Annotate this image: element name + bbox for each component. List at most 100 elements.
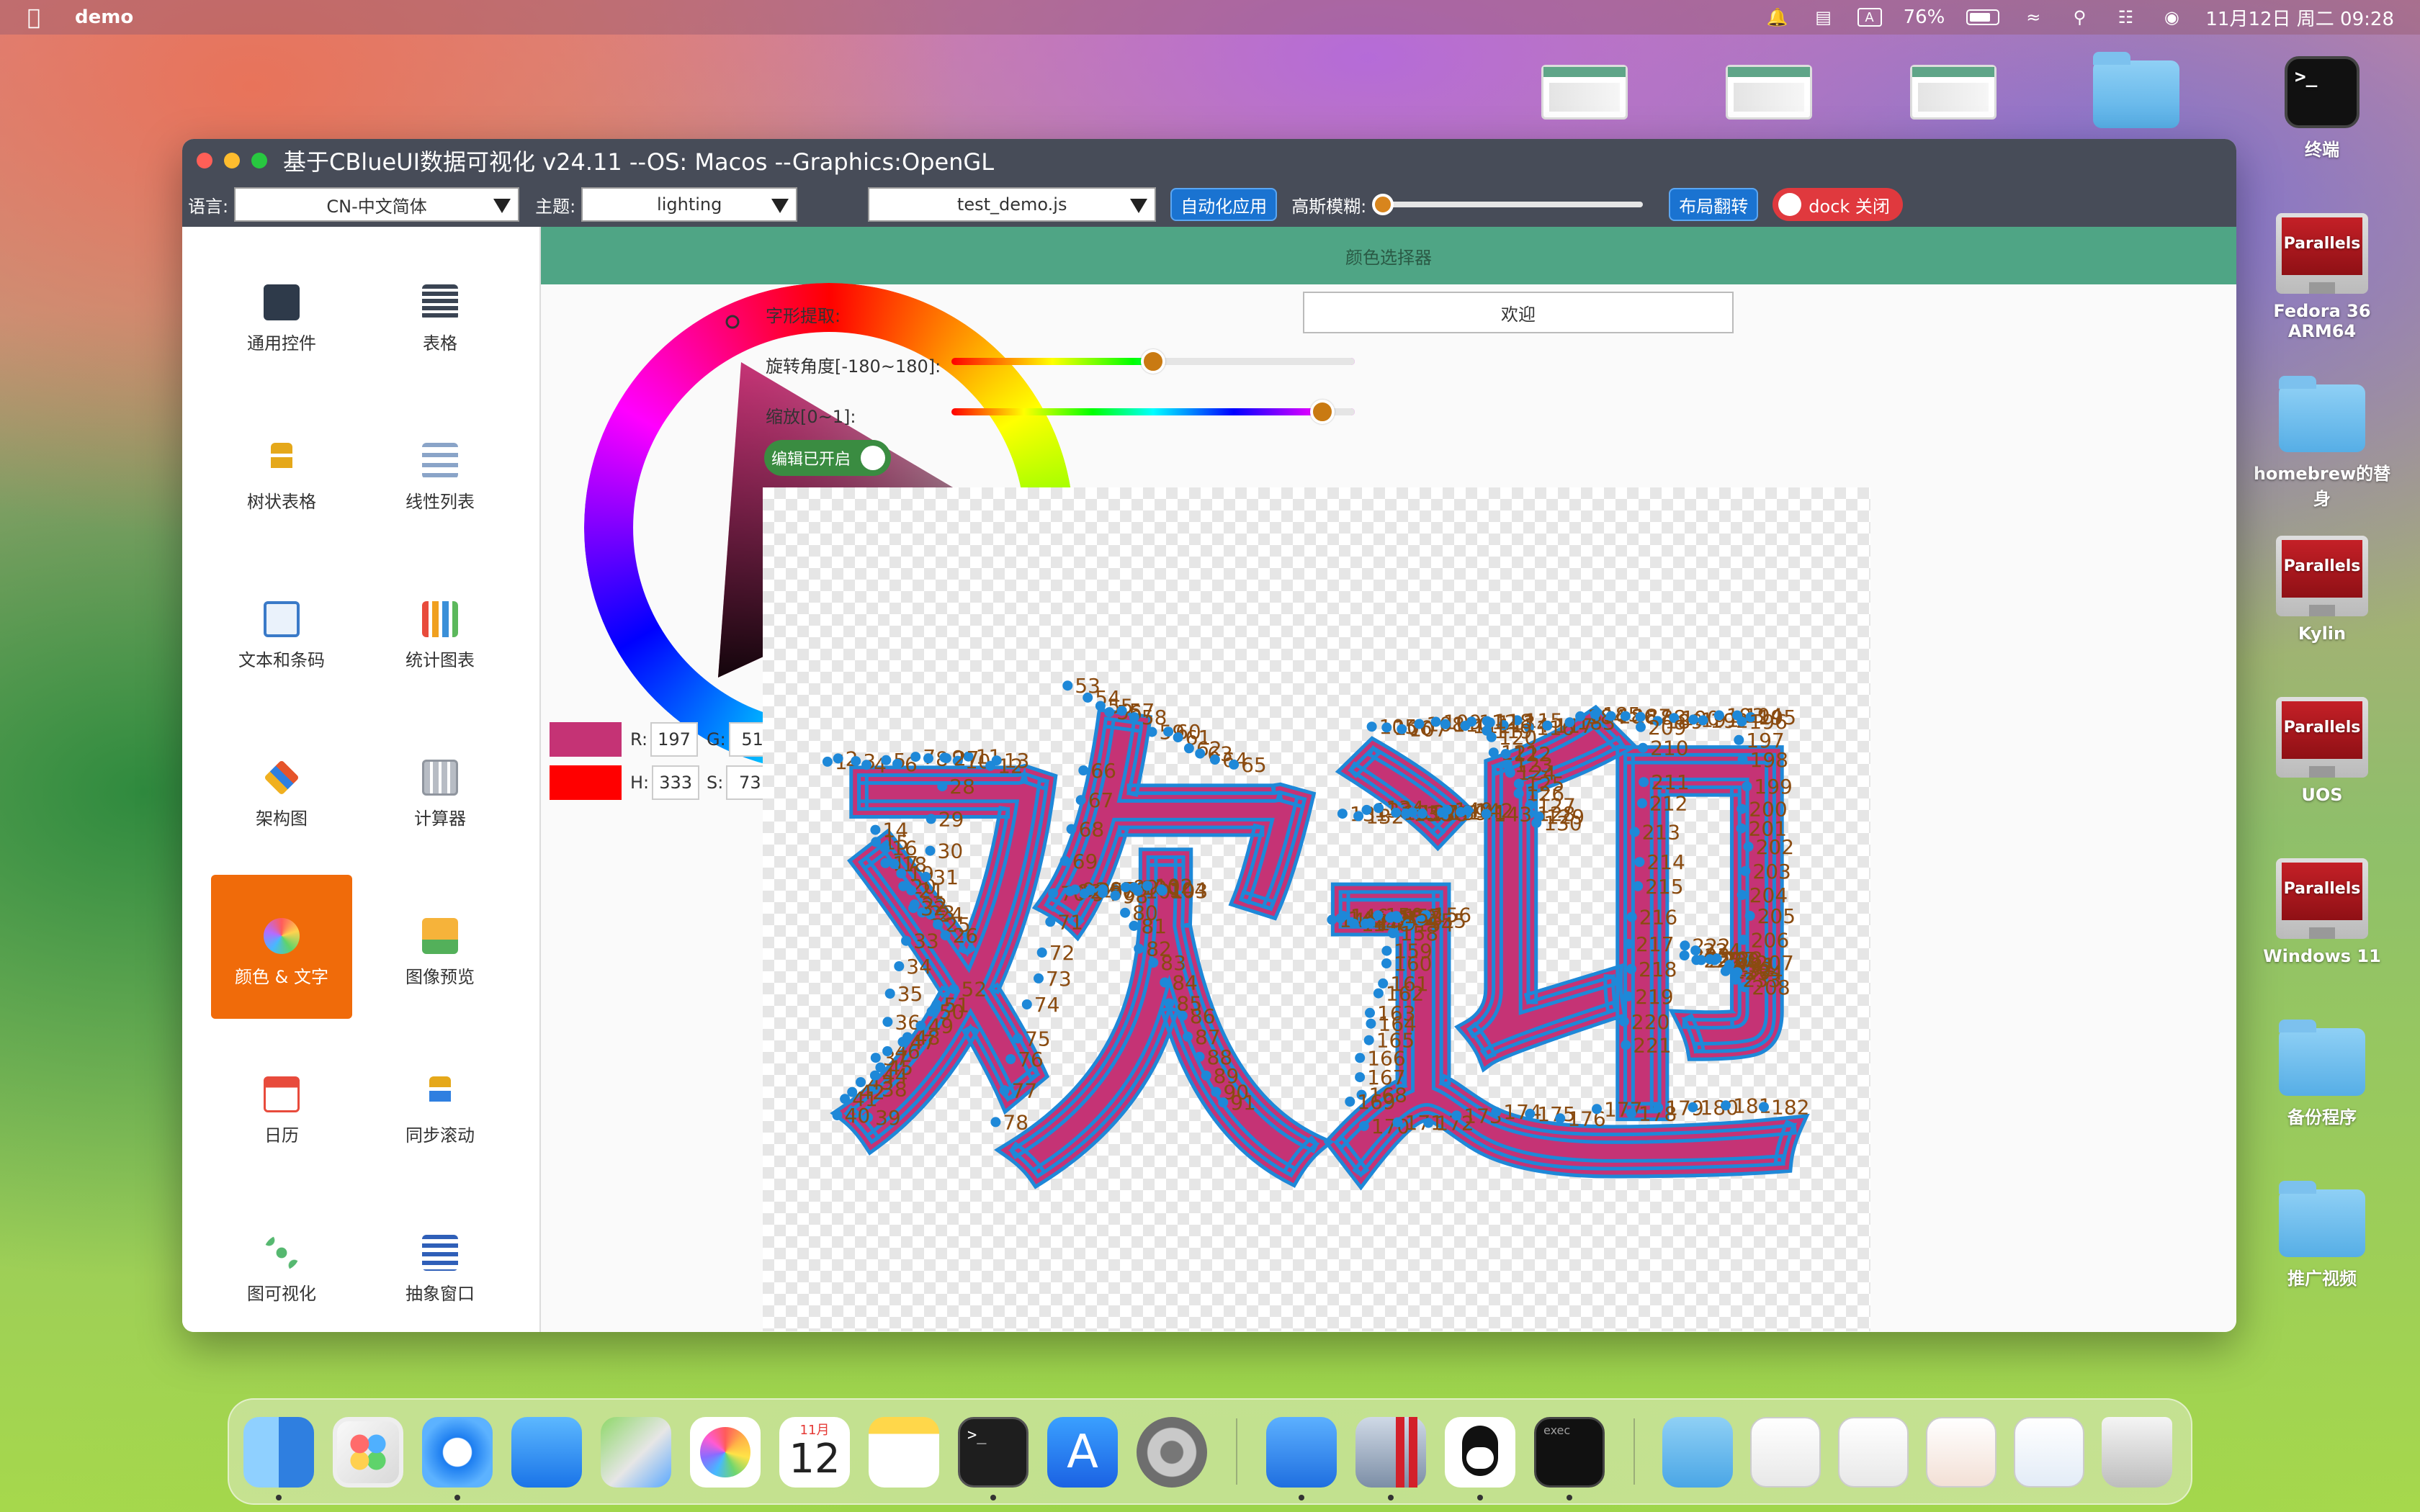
system-settings-icon[interactable] xyxy=(1137,1417,1207,1488)
glyph-control-point[interactable] xyxy=(1034,973,1044,984)
glyph-control-point[interactable] xyxy=(1358,1120,1369,1131)
glyph-control-point[interactable] xyxy=(1142,881,1153,891)
glyph-control-point[interactable] xyxy=(1481,809,1492,819)
glyph-control-point[interactable] xyxy=(931,999,942,1010)
glyph-control-point[interactable] xyxy=(1451,1110,1462,1121)
glyph-control-point[interactable] xyxy=(1397,724,1407,734)
glyph-control-point[interactable] xyxy=(1211,1086,1222,1097)
glyph-control-point[interactable] xyxy=(1486,732,1497,742)
desktop-icon-homebrew[interactable]: homebrew的替身 xyxy=(2250,376,2394,510)
glyph-control-point[interactable] xyxy=(1430,716,1441,727)
photos-icon[interactable] xyxy=(690,1417,761,1488)
glyph-control-point[interactable] xyxy=(949,984,959,994)
glyph-control-point[interactable] xyxy=(1345,1097,1355,1107)
glyph-control-point[interactable] xyxy=(1147,726,1157,737)
glyph-control-point[interactable] xyxy=(1759,1102,1769,1112)
glyph-control-point[interactable] xyxy=(1626,912,1637,922)
glyph-control-point[interactable] xyxy=(1423,1117,1434,1128)
glyph-control-point[interactable] xyxy=(1083,692,1093,703)
glyph-control-point[interactable] xyxy=(889,858,900,869)
glyph-control-point[interactable] xyxy=(1381,722,1392,733)
glyph-control-point[interactable] xyxy=(894,961,905,971)
glyph-control-point[interactable] xyxy=(879,842,890,853)
glyph-control-point[interactable] xyxy=(1387,928,1398,938)
glyph-control-point[interactable] xyxy=(1110,890,1121,901)
glyph-control-point[interactable] xyxy=(1626,963,1636,974)
glyph-control-point[interactable] xyxy=(1173,732,1183,743)
glyph-control-point[interactable] xyxy=(1542,720,1553,731)
desktop-icon-terminal[interactable]: >_ 终端 xyxy=(2250,56,2394,161)
glyph-control-point[interactable] xyxy=(1736,716,1747,727)
glyph-control-point[interactable] xyxy=(906,885,917,896)
glyph-control-point[interactable] xyxy=(1183,743,1194,754)
glyph-control-point[interactable] xyxy=(1392,1117,1403,1128)
sidebar-item[interactable]: 树状表格 xyxy=(211,400,352,544)
glyph-control-point[interactable] xyxy=(1363,1035,1374,1045)
mail-icon[interactable] xyxy=(511,1417,582,1488)
glyph-control-point[interactable] xyxy=(1462,805,1473,816)
glyph-control-point[interactable] xyxy=(1736,804,1747,814)
glyph-control-point[interactable] xyxy=(925,845,936,856)
glyph-control-point[interactable] xyxy=(1737,754,1748,765)
glyph-control-point[interactable] xyxy=(1679,950,1690,960)
glyph-control-point[interactable] xyxy=(1366,721,1377,732)
glyph-outline-svg[interactable]: 欢迎12345678910111213141516171819202122232… xyxy=(763,487,1870,1331)
glyph-control-point[interactable] xyxy=(1116,706,1127,716)
desktop-icon-windows11[interactable]: Parallels Windows 11 xyxy=(2250,858,2394,966)
glyph-control-point[interactable] xyxy=(1744,911,1755,921)
glyph-control-point[interactable] xyxy=(1129,712,1139,723)
glyph-control-point[interactable] xyxy=(861,760,872,770)
siri-icon[interactable]: ◉ xyxy=(2159,7,2184,27)
glyph-control-point[interactable] xyxy=(1098,884,1108,895)
glyph-control-point[interactable] xyxy=(1070,884,1080,895)
glyph-control-point[interactable] xyxy=(1525,1108,1536,1119)
glyph-control-point[interactable] xyxy=(1365,918,1376,929)
glyph-control-point[interactable] xyxy=(1045,917,1056,927)
sidebar-item[interactable]: 同步滚动 xyxy=(369,1033,511,1177)
sidebar-item[interactable]: 线性列表 xyxy=(369,400,511,544)
glyph-control-point[interactable] xyxy=(1513,778,1524,789)
glyph-control-point[interactable] xyxy=(1048,888,1059,899)
glyph-control-point[interactable] xyxy=(1066,824,1077,834)
glyph-control-point[interactable] xyxy=(1361,804,1372,815)
sidebar-item[interactable]: 图可视化 xyxy=(211,1192,352,1332)
battery-icon[interactable] xyxy=(1966,9,2000,25)
glyph-control-point[interactable] xyxy=(880,858,891,868)
glyph-control-point[interactable] xyxy=(1085,885,1095,896)
glyph-control-point[interactable] xyxy=(1201,1070,1211,1081)
terminal-dock-icon[interactable]: >_ xyxy=(958,1417,1028,1488)
glyph-control-point[interactable] xyxy=(1636,721,1646,732)
glyph-control-point[interactable] xyxy=(1391,807,1402,818)
app-name[interactable]: demo xyxy=(75,6,133,28)
glyph-control-point[interactable] xyxy=(882,1046,893,1056)
minimize-window-button[interactable] xyxy=(224,153,240,168)
glyph-control-point[interactable] xyxy=(1337,911,1348,921)
glyph-control-point[interactable] xyxy=(1327,914,1337,925)
glyph-control-point[interactable] xyxy=(941,753,951,764)
glyph-control-point[interactable] xyxy=(1638,742,1649,753)
glyph-control-point[interactable] xyxy=(923,753,933,764)
glyph-control-point[interactable] xyxy=(1414,719,1425,729)
glyph-control-point[interactable] xyxy=(884,989,895,999)
glyph-control-point[interactable] xyxy=(1229,759,1240,770)
glyph-control-point[interactable] xyxy=(1500,749,1511,760)
glyph-control-point[interactable] xyxy=(901,935,912,946)
finder-icon[interactable] xyxy=(243,1417,314,1488)
glyph-control-point[interactable] xyxy=(920,871,931,882)
desktop-window-thumbnail[interactable] xyxy=(1726,65,1812,120)
glyph-control-point[interactable] xyxy=(990,1117,1001,1128)
glyph-control-point[interactable] xyxy=(882,1017,893,1027)
recent-window-thumbnail[interactable] xyxy=(1750,1417,1821,1488)
desktop-window-thumbnail[interactable] xyxy=(1910,65,1996,120)
window-titlebar[interactable]: 基于CBlueUI数据可视化 v24.11 --OS: Macos --Grap… xyxy=(182,139,2236,182)
desktop-icon-uos[interactable]: Parallels UOS xyxy=(2250,697,2394,805)
glyph-control-point[interactable] xyxy=(1688,1102,1698,1112)
glyph-control-point[interactable] xyxy=(1442,804,1453,815)
glyph-control-point[interactable] xyxy=(1407,807,1417,818)
sidebar-item[interactable]: 架构图 xyxy=(211,716,352,860)
glyph-control-point[interactable] xyxy=(1555,1113,1566,1124)
glyph-control-point[interactable] xyxy=(1709,955,1720,966)
sidebar-item[interactable]: 计算器 xyxy=(369,716,511,860)
glyph-control-point[interactable] xyxy=(1635,711,1646,722)
glyph-control-point[interactable] xyxy=(1680,940,1690,951)
